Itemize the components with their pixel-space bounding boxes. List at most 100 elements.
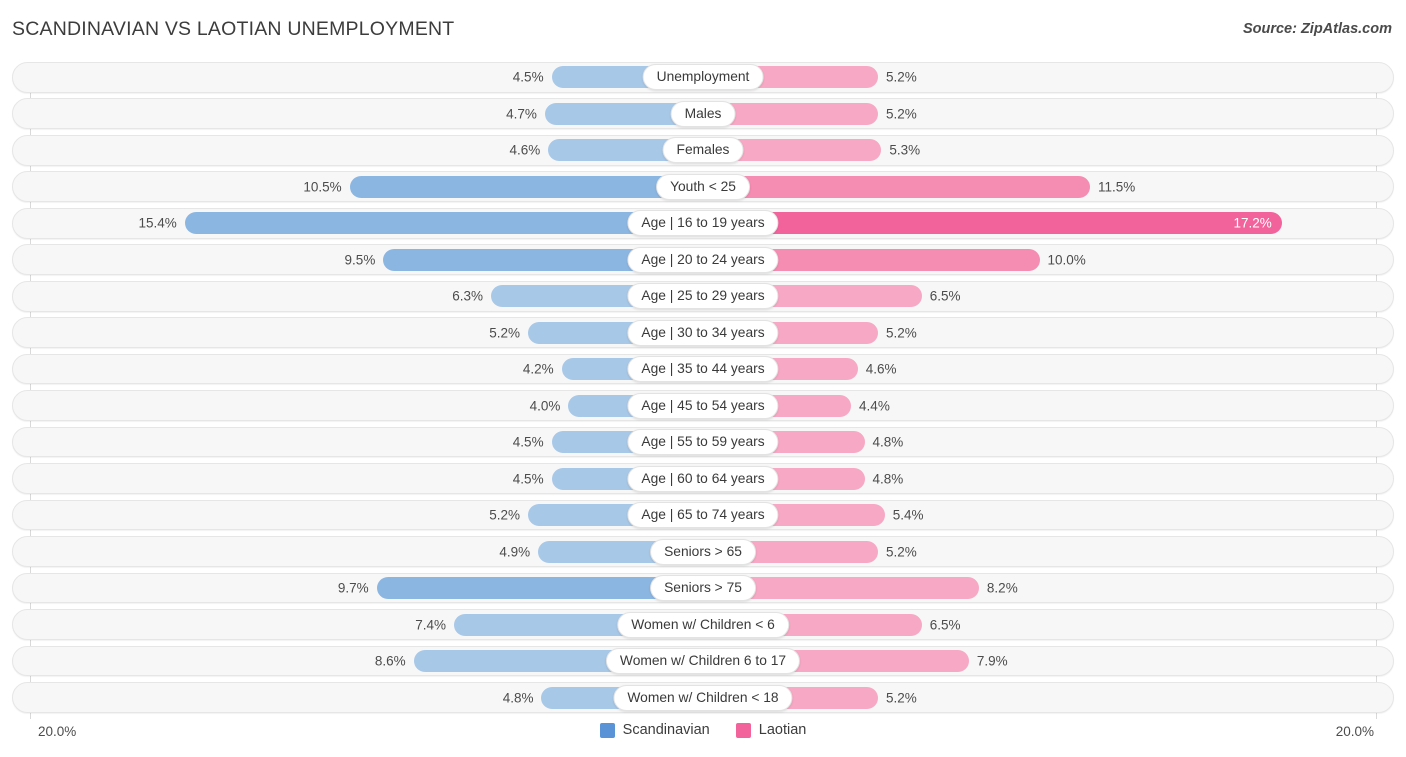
bar-value-laotian: 4.8%: [872, 434, 904, 450]
category-label: Age | 65 to 74 years: [627, 502, 779, 529]
bar-half-right: 17.2%: [703, 209, 1393, 238]
bar-value-scandinavian: 4.0%: [529, 398, 561, 414]
bar-value-laotian: 17.2%: [1233, 215, 1272, 231]
bar-half-right: 10.0%: [703, 245, 1393, 274]
bar-row: 6.3% 6.5% Age | 25 to 29 years: [12, 280, 1394, 312]
category-label: Age | 30 to 34 years: [627, 319, 779, 346]
bar-half-right: 5.2%: [703, 683, 1393, 712]
bar-row: 4.8% 5.2% Women w/ Children < 18: [12, 682, 1394, 713]
bar-rows: 4.5% 5.2% Unemployment 4.7% 5.2% Males 4.6% 5.3…: [12, 62, 1394, 719]
bar-value-laotian: 5.2%: [885, 106, 917, 122]
bar-laotian: 11.5%: [703, 175, 1135, 198]
category-label: Youth < 25: [656, 173, 750, 200]
legend-label: Scandinavian: [622, 722, 710, 738]
bar-scandinavian: 15.4%: [139, 212, 703, 235]
bar-half-left: 4.5%: [13, 464, 703, 493]
category-label: Age | 35 to 44 years: [627, 356, 779, 383]
bar-value-laotian: 5.2%: [885, 544, 917, 560]
bar-value-laotian: 6.5%: [929, 617, 961, 633]
bar-row: 8.6% 7.9% Women w/ Children 6 to 17: [12, 645, 1394, 677]
bar-row: 4.7% 5.2% Males: [12, 98, 1394, 130]
bar-row: 9.5% 10.0% Age | 20 to 24 years: [12, 244, 1394, 276]
bar-value-laotian: 5.2%: [885, 69, 917, 85]
bar-half-left: 8.6%: [13, 647, 703, 676]
page-title: SCANDINAVIAN VS LAOTIAN UNEMPLOYMENT: [12, 18, 455, 40]
bar-value-scandinavian: 8.6%: [374, 653, 406, 669]
bar-value-laotian: 10.0%: [1047, 252, 1086, 268]
bar-row: 4.6% 5.3% Females: [12, 134, 1394, 166]
legend-label: Laotian: [758, 722, 807, 738]
category-label: Age | 25 to 29 years: [627, 283, 779, 310]
bar-value-laotian: 5.2%: [885, 325, 917, 341]
bar-half-left: 9.7%: [13, 574, 703, 603]
bar-row: 9.7% 8.2% Seniors > 75: [12, 572, 1394, 604]
category-label: Age | 55 to 59 years: [627, 429, 779, 456]
bar-value-scandinavian: 4.7%: [506, 106, 537, 122]
bar-half-left: 4.6%: [13, 136, 703, 165]
category-label: Age | 16 to 19 years: [627, 210, 779, 237]
bar-half-left: 4.7%: [13, 99, 703, 128]
bar-value-laotian: 4.8%: [872, 471, 904, 487]
bar-scandinavian: 10.5%: [303, 175, 703, 198]
bar-value-scandinavian: 6.3%: [452, 288, 484, 304]
bar-half-right: 5.3%: [703, 136, 1393, 165]
bar-laotian: 17.2%: [703, 212, 1282, 235]
bar-half-right: 5.4%: [703, 501, 1393, 530]
bar-row: 4.9% 5.2% Seniors > 65: [12, 536, 1394, 567]
bar-half-right: 5.2%: [703, 537, 1393, 566]
bar-row: 4.5% 4.8% Age | 55 to 59 years: [12, 426, 1394, 458]
legend-swatch-icon: [735, 722, 751, 738]
source-attribution: Source: ZipAtlas.com: [1242, 21, 1392, 37]
bar-value-laotian: 5.2%: [885, 690, 917, 706]
bar-half-right: 4.6%: [703, 355, 1393, 384]
bar-value-scandinavian: 9.7%: [337, 580, 369, 596]
bar-half-right: 8.2%: [703, 574, 1393, 603]
category-label: Age | 20 to 24 years: [627, 246, 779, 273]
bar-half-right: 5.2%: [703, 99, 1393, 128]
bar-row: 5.2% 5.2% Age | 30 to 34 years: [12, 317, 1394, 348]
category-label: Seniors > 65: [650, 538, 756, 565]
bar-row: 15.4% 17.2% Age | 16 to 19 years: [12, 207, 1394, 239]
category-label: Unemployment: [642, 64, 764, 91]
bar-half-left: 4.5%: [13, 428, 703, 457]
bar-value-laotian: 5.3%: [889, 142, 921, 158]
bar-half-left: 6.3%: [13, 282, 703, 311]
bar-value-laotian: 4.6%: [865, 361, 897, 377]
bar-half-right: 6.5%: [703, 610, 1393, 639]
bar-row: 10.5% 11.5% Youth < 25: [12, 171, 1394, 203]
bar-value-scandinavian: 5.2%: [489, 325, 521, 341]
category-label: Age | 60 to 64 years: [627, 465, 779, 492]
legend-item[interactable]: Laotian: [735, 722, 807, 738]
bar-value-laotian: 6.5%: [929, 288, 961, 304]
bar-half-left: 4.2%: [13, 355, 703, 384]
bar-value-scandinavian: 15.4%: [138, 215, 177, 231]
bar-half-right: 4.4%: [703, 391, 1393, 420]
category-label: Women w/ Children < 6: [617, 611, 789, 638]
bar-value-scandinavian: 4.9%: [499, 544, 531, 560]
bar-half-left: 4.8%: [13, 683, 703, 712]
bar-half-right: 6.5%: [703, 282, 1393, 311]
category-label: Males: [670, 100, 736, 127]
bar-value-scandinavian: 7.4%: [415, 617, 446, 633]
legend-item[interactable]: Scandinavian: [599, 722, 710, 738]
bar-half-right: 11.5%: [703, 172, 1393, 201]
bar-value-scandinavian: 4.5%: [512, 434, 544, 450]
bar-value-scandinavian: 4.6%: [509, 142, 541, 158]
bar-half-left: 4.5%: [13, 63, 703, 92]
bar-value-scandinavian: 9.5%: [344, 252, 376, 268]
category-label: Women w/ Children < 18: [613, 684, 793, 711]
category-label: Females: [662, 137, 744, 164]
bar-row: 7.4% 6.5% Women w/ Children < 6: [12, 609, 1394, 640]
category-label: Age | 45 to 54 years: [627, 392, 779, 419]
bar-half-right: 5.2%: [703, 63, 1393, 92]
bar-half-left: 5.2%: [13, 501, 703, 530]
bar-value-scandinavian: 4.5%: [512, 69, 544, 85]
bar-half-left: 7.4%: [13, 610, 703, 639]
chart-plot-area: 4.5% 5.2% Unemployment 4.7% 5.2% Males 4.6% 5.3…: [12, 62, 1394, 719]
bar-row: 4.5% 5.2% Unemployment: [12, 62, 1394, 93]
chart-page: SCANDINAVIAN VS LAOTIAN UNEMPLOYMENT Sou…: [0, 0, 1406, 757]
bar-value-scandinavian: 4.2%: [522, 361, 554, 377]
bar-row: 4.5% 4.8% Age | 60 to 64 years: [12, 463, 1394, 494]
bar-value-laotian: 4.4%: [859, 398, 890, 414]
category-label: Seniors > 75: [650, 575, 756, 602]
